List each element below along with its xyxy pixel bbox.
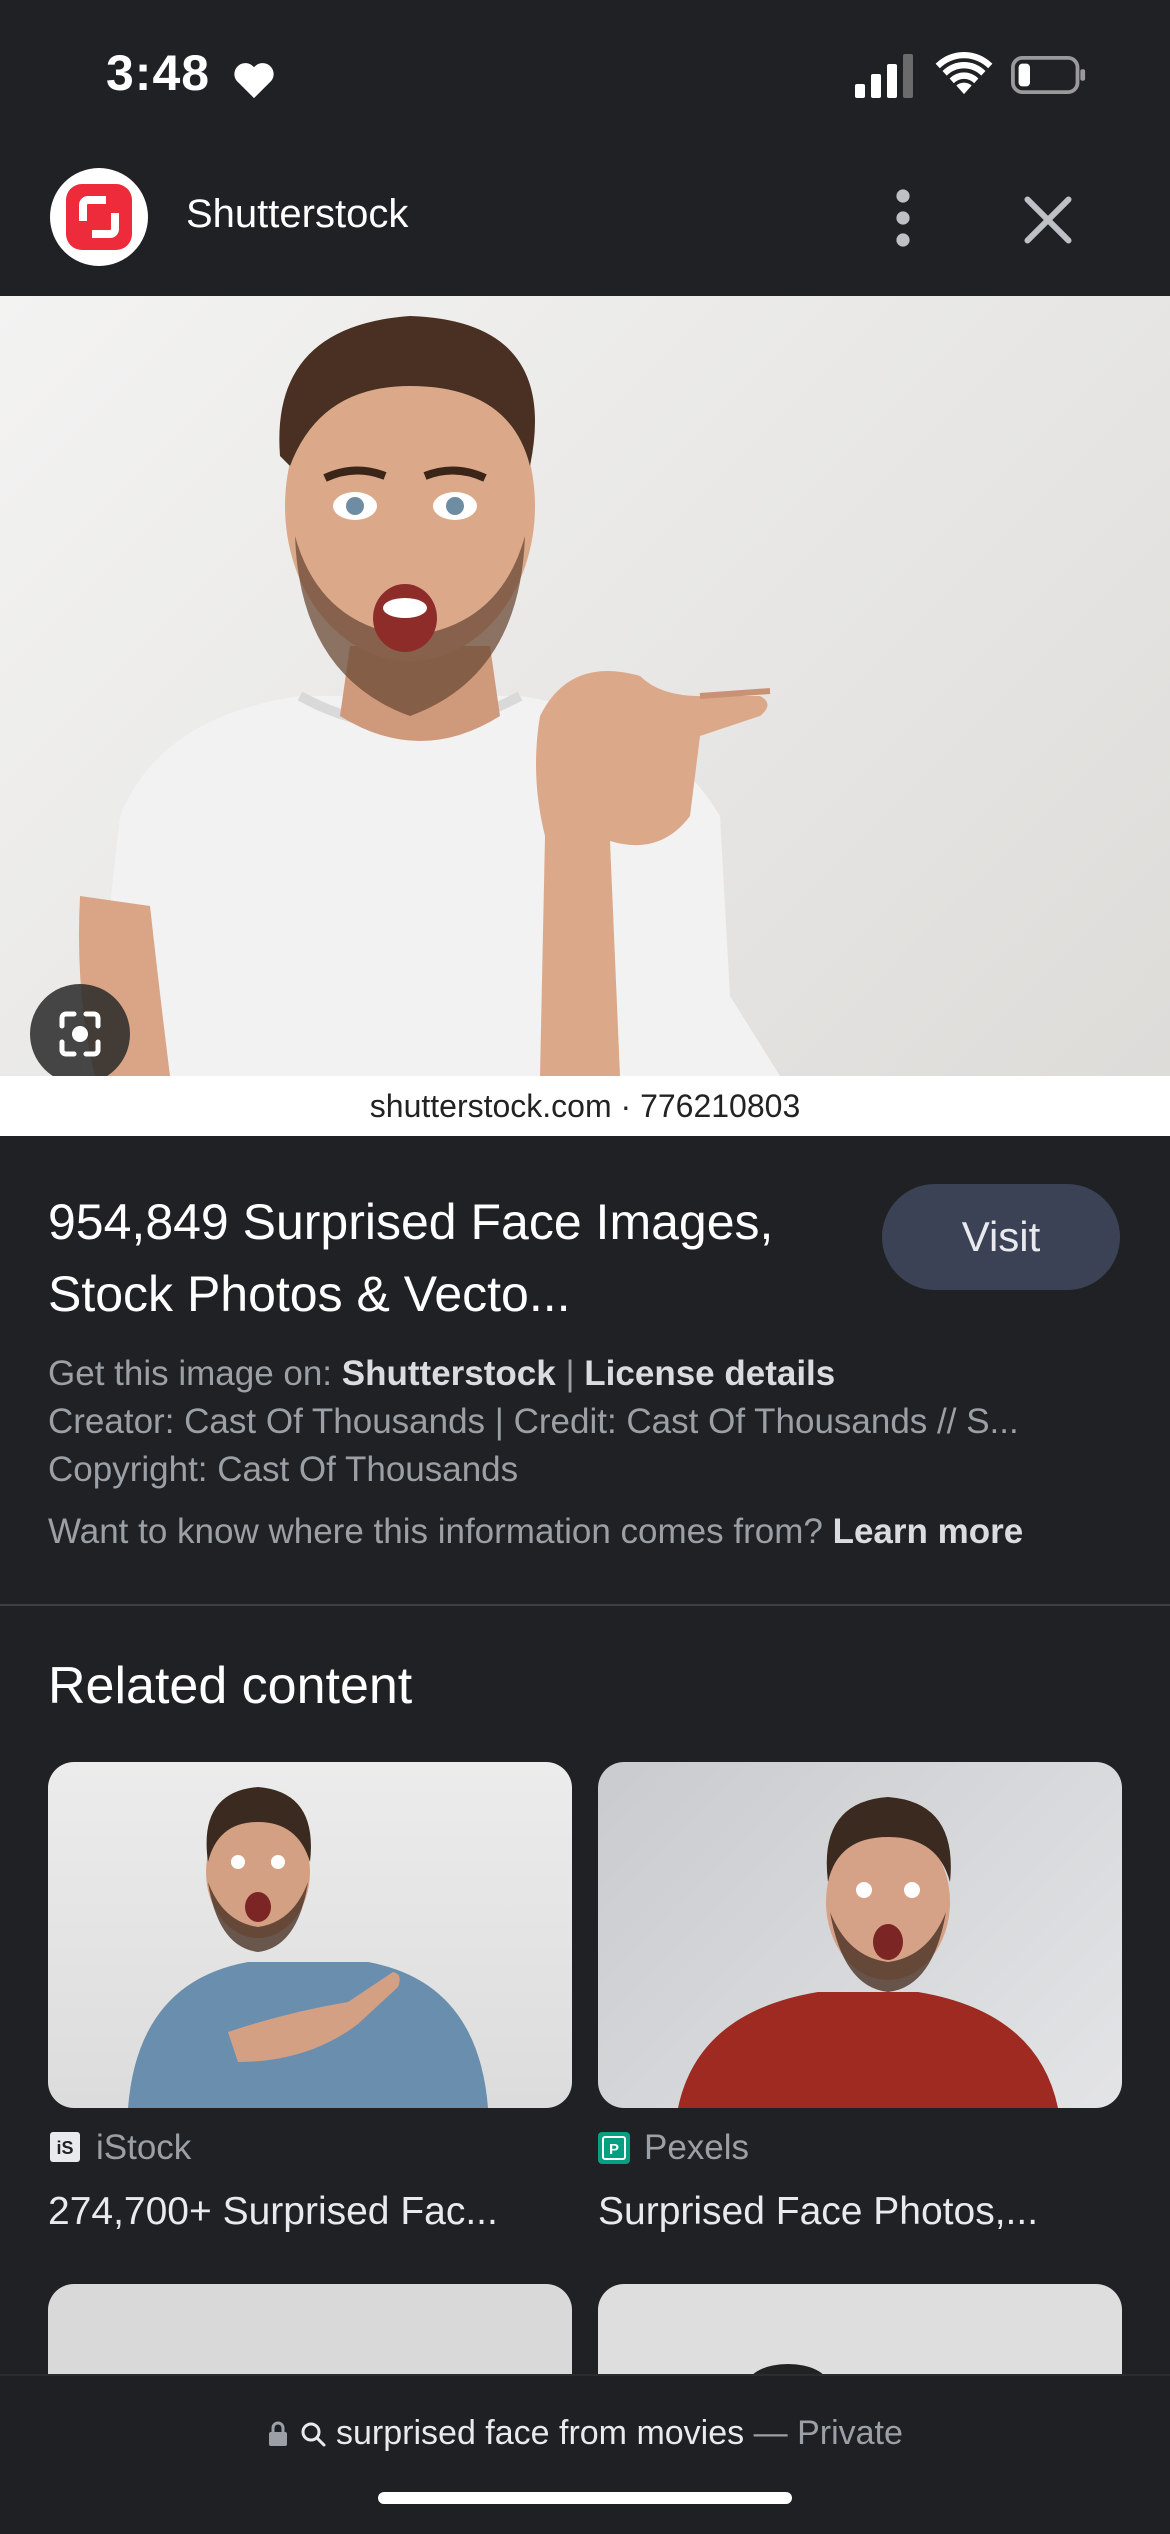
man-blue-shirt-photo <box>128 1787 488 2108</box>
shutterstock-glyph-icon <box>79 196 119 238</box>
visit-button[interactable]: Visit <box>882 1184 1120 1290</box>
status-time: 3:48 <box>106 45 211 101</box>
svg-text:P: P <box>609 2141 619 2158</box>
copyright-line: Copyright: Cast Of Thousands <box>48 1450 519 1489</box>
info-question: Want to know where this information come… <box>48 1512 823 1551</box>
more-options-icon[interactable] <box>880 188 926 248</box>
man-red-shirt-photo <box>678 1797 1058 2108</box>
cellular-signal-icon <box>855 54 913 98</box>
section-divider <box>0 1604 1170 1606</box>
battery-icon <box>1011 56 1086 94</box>
google-lens-button[interactable] <box>30 984 130 1084</box>
related-content-heading: Related content <box>48 1657 413 1715</box>
heart-icon <box>234 63 274 99</box>
browser-bottom-bar <box>0 2374 1170 2534</box>
site-name: Shutterstock <box>186 192 409 236</box>
related-title-istock[interactable]: 274,700+ Surprised Fac... <box>48 2190 498 2234</box>
info-source-line: Want to know where this information come… <box>48 1512 1023 1552</box>
close-icon[interactable] <box>1020 192 1076 248</box>
separator: | <box>565 1354 575 1393</box>
surprised-man-photo <box>79 316 780 1076</box>
pexels-logo-icon: P <box>598 2132 630 2164</box>
result-title[interactable]: 954,849 Surprised Face Images, Stock Pho… <box>48 1186 868 1330</box>
related-card-image-pexels[interactable] <box>598 1762 1122 2108</box>
image-watermark-caption: shutterstock.com · 776210803 <box>369 1088 801 1124</box>
related-source-pexels: Pexels <box>644 2128 750 2167</box>
dash-separator: — <box>753 2414 788 2452</box>
learn-more-link[interactable]: Learn more <box>833 1512 1024 1551</box>
license-details-link[interactable]: License details <box>584 1354 835 1393</box>
get-image-line: Get this image on: Shutterstock | Licens… <box>48 1354 835 1394</box>
related-source-istock: iStock <box>96 2128 192 2167</box>
address-bar[interactable]: surprised face from movies — Private <box>0 2414 1170 2453</box>
istock-logo-icon: iS <box>50 2132 80 2162</box>
private-mode-label: Private <box>797 2414 903 2452</box>
hero-image[interactable] <box>0 296 1170 1136</box>
svg-text:iS: iS <box>56 2138 73 2158</box>
lock-icon <box>269 2421 288 2446</box>
search-icon <box>301 2422 326 2447</box>
shutterstock-logo <box>50 168 148 266</box>
get-image-prefix: Get this image on: <box>48 1354 333 1393</box>
wifi-icon <box>935 52 993 95</box>
search-query: surprised face from movies <box>336 2414 745 2452</box>
home-indicator[interactable] <box>378 2492 792 2504</box>
creator-line: Creator: Cast Of Thousands | Credit: Cas… <box>48 1402 1019 1441</box>
related-title-pexels[interactable]: Surprised Face Photos,... <box>598 2190 1038 2234</box>
lens-icon <box>59 1011 101 1057</box>
shutterstock-logo-mark <box>66 184 132 250</box>
source-link[interactable]: Shutterstock <box>342 1354 556 1393</box>
related-card-image-istock[interactable] <box>48 1762 572 2108</box>
